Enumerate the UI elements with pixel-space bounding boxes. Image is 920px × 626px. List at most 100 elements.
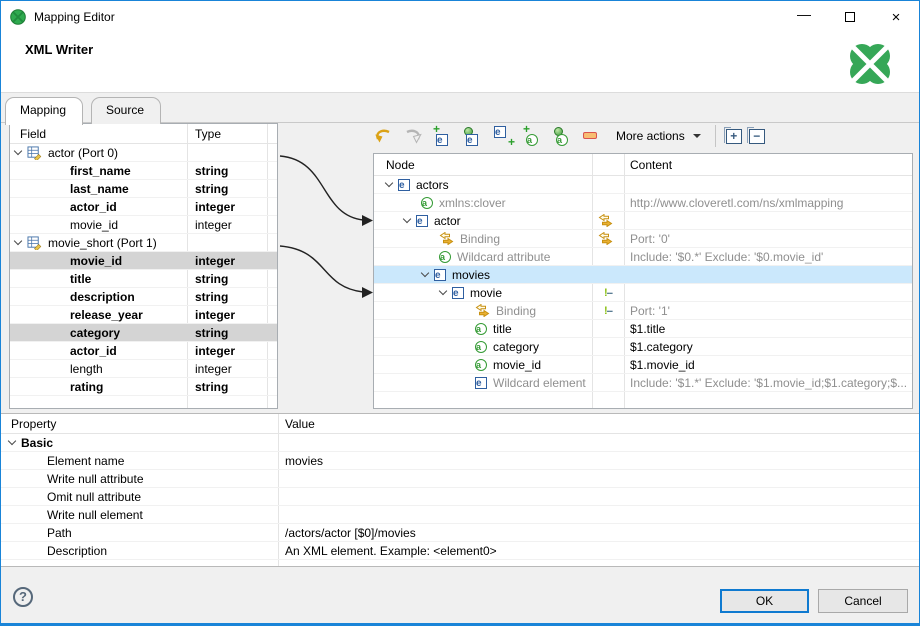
tree-row[interactable]: eactors xyxy=(374,176,912,194)
chevron-down-icon[interactable] xyxy=(14,236,22,244)
chevron-down-icon[interactable] xyxy=(421,268,429,276)
element-icon: e xyxy=(452,287,464,299)
close-button[interactable]: × xyxy=(873,1,919,33)
binding-key-icon: !-- xyxy=(604,306,612,316)
property-panel: Property Value BasicElement namemoviesWr… xyxy=(1,413,920,567)
property-label: Write null element xyxy=(47,508,143,522)
tree-row[interactable]: axmlns:cloverhttp://www.cloveretl.com/ns… xyxy=(374,194,912,212)
field-row[interactable]: descriptionstring xyxy=(10,288,277,306)
content-column-header[interactable]: Content xyxy=(624,158,912,172)
remove-mapping-icon[interactable] xyxy=(583,126,605,146)
property-row[interactable]: DescriptionAn XML element. Example: <ele… xyxy=(1,542,920,560)
tree-row[interactable]: eWildcard elementInclude: '$1.*' Exclude… xyxy=(374,374,912,392)
cancel-button[interactable]: Cancel xyxy=(818,589,908,613)
field-row[interactable]: actor_idinteger xyxy=(10,198,277,216)
minimize-button[interactable]: — xyxy=(781,1,827,33)
field-type-cell: string xyxy=(187,326,267,340)
property-value-cell: movies xyxy=(278,454,920,468)
property-row[interactable]: Basic xyxy=(1,434,920,452)
field-row[interactable]: movie_idinteger xyxy=(10,216,277,234)
add-child-element-icon[interactable]: +e xyxy=(433,126,455,146)
property-value-cell: An XML element. Example: <element0> xyxy=(278,544,920,558)
tree-row[interactable]: acategory$1.category xyxy=(374,338,912,356)
tree-node-label: actor xyxy=(434,214,461,228)
more-actions-button[interactable]: More actions xyxy=(612,127,705,145)
chevron-down-icon[interactable] xyxy=(8,436,16,444)
expand-all-icon[interactable]: + xyxy=(726,129,742,144)
field-row[interactable]: first_namestring xyxy=(10,162,277,180)
mapping-toolbar: +e e e+ +a a More actions + − xyxy=(373,121,913,151)
mapping-arrows xyxy=(278,123,373,413)
tree-node-label: actors xyxy=(416,178,449,192)
tree-row[interactable]: emovies xyxy=(374,266,912,284)
tab-source[interactable]: Source xyxy=(91,97,161,124)
tree-binding-cell xyxy=(592,214,624,227)
tree-node-cell: acategory xyxy=(374,340,592,354)
chevron-down-icon[interactable] xyxy=(385,178,393,186)
field-row[interactable]: ratingstring xyxy=(10,378,277,396)
field-row[interactable]: actor_idinteger xyxy=(10,342,277,360)
chevron-down-icon[interactable] xyxy=(439,286,447,294)
element-icon: e xyxy=(398,179,410,191)
field-row[interactable]: actor (Port 0) xyxy=(10,144,277,162)
ok-button[interactable]: OK xyxy=(720,589,809,613)
tree-node-cell: eactor xyxy=(374,214,592,228)
node-column-header[interactable]: Node xyxy=(374,158,592,172)
remove-bar-icon xyxy=(583,132,597,139)
tree-node-cell: aWildcard attribute xyxy=(374,250,592,264)
field-name-cell: release_year xyxy=(10,308,187,322)
tree-row[interactable]: eactor xyxy=(374,212,912,230)
add-element-icon[interactable]: e+ xyxy=(493,126,515,146)
app-clover-icon xyxy=(10,9,26,25)
add-child-attribute-icon[interactable]: +a xyxy=(523,126,545,146)
property-row[interactable]: Write null element xyxy=(1,506,920,524)
tree-row[interactable]: atitle$1.title xyxy=(374,320,912,338)
attribute-icon: a xyxy=(556,134,568,146)
field-row[interactable]: last_namestring xyxy=(10,180,277,198)
wrap-with-element-icon[interactable]: e xyxy=(463,126,485,146)
dialog-header: XML Writer xyxy=(1,33,919,93)
field-type-cell: string xyxy=(187,182,267,196)
field-name-cell: movie_short (Port 1) xyxy=(10,236,187,250)
property-row[interactable]: Omit null attribute xyxy=(1,488,920,506)
tree-row[interactable]: BindingPort: '0' xyxy=(374,230,912,248)
tree-row[interactable]: emovie!-- xyxy=(374,284,912,302)
field-column-header[interactable]: Field xyxy=(10,127,187,141)
property-row[interactable]: Path/actors/actor [$0]/movies xyxy=(1,524,920,542)
tree-row[interactable]: Binding !-- Port: '1' xyxy=(374,302,912,320)
field-group-label: actor (Port 0) xyxy=(48,146,118,160)
field-type-cell: integer xyxy=(187,344,267,358)
field-name-cell: actor (Port 0) xyxy=(10,146,187,160)
field-row[interactable]: release_yearinteger xyxy=(10,306,277,324)
tree-node-label: movies xyxy=(452,268,490,282)
tree-row[interactable]: aWildcard attributeInclude: '$0.*' Exclu… xyxy=(374,248,912,266)
field-row[interactable]: lengthinteger xyxy=(10,360,277,378)
field-row[interactable]: movie_idinteger xyxy=(10,252,277,270)
maximize-button[interactable] xyxy=(827,1,873,33)
undo-icon[interactable] xyxy=(373,126,395,146)
type-column-header[interactable]: Type xyxy=(187,127,267,141)
field-row[interactable]: categorystring xyxy=(10,324,277,342)
field-row[interactable]: movie_short (Port 1) xyxy=(10,234,277,252)
field-row[interactable]: titlestring xyxy=(10,270,277,288)
property-column-header[interactable]: Property xyxy=(1,417,278,431)
field-label: description xyxy=(70,290,135,304)
tree-content-cell: Port: '1' xyxy=(624,304,912,318)
help-icon[interactable]: ? xyxy=(13,587,33,607)
field-label: rating xyxy=(70,380,103,394)
tree-node-label: Binding xyxy=(496,304,536,318)
property-name-cell: Omit null attribute xyxy=(1,490,278,504)
tree-row[interactable]: amovie_id$1.movie_id xyxy=(374,356,912,374)
field-label: length xyxy=(70,362,103,376)
property-row[interactable]: Element namemovies xyxy=(1,452,920,470)
chevron-down-icon[interactable] xyxy=(403,214,411,222)
tree-node-cell: atitle xyxy=(374,322,592,336)
wrap-with-attribute-icon[interactable]: a xyxy=(553,126,575,146)
property-row[interactable]: Write null attribute xyxy=(1,470,920,488)
value-column-header[interactable]: Value xyxy=(278,417,920,431)
chevron-down-icon[interactable] xyxy=(14,146,22,154)
redo-icon[interactable] xyxy=(403,126,425,146)
tab-mapping[interactable]: Mapping xyxy=(5,97,83,125)
collapse-all-icon[interactable]: − xyxy=(749,129,765,144)
tree-node-label: category xyxy=(493,340,539,354)
